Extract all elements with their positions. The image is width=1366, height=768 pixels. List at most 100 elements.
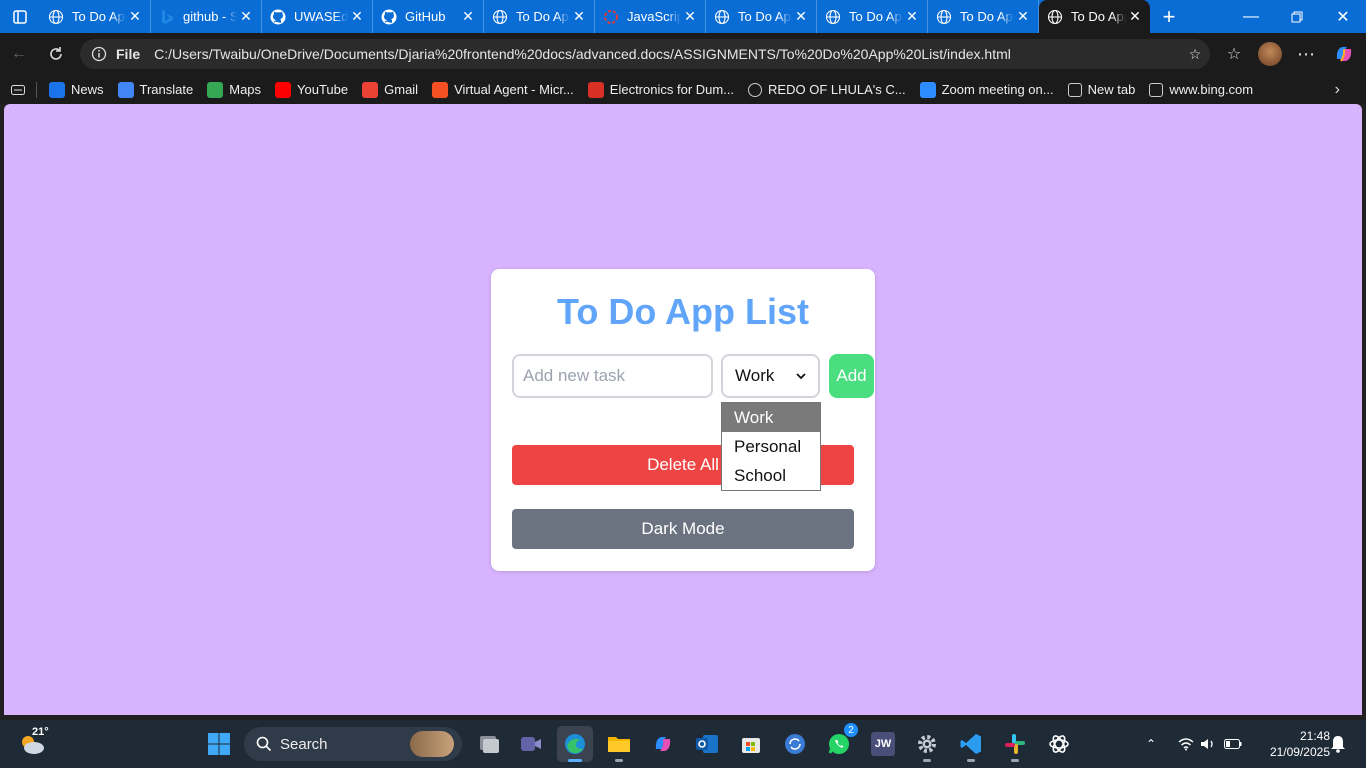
favorite-item[interactable]: News	[49, 81, 104, 98]
battery-icon[interactable]	[1224, 738, 1242, 750]
close-icon: ✕	[1336, 8, 1350, 26]
chatgpt-button[interactable]	[1041, 726, 1077, 762]
favorite-label: News	[71, 82, 104, 97]
vscode-button[interactable]	[953, 726, 989, 762]
sync-icon	[785, 734, 805, 754]
favorite-item[interactable]: Zoom meeting on...	[919, 81, 1054, 98]
favorites-button[interactable]: ☆	[1221, 41, 1247, 67]
browser-tab[interactable]: JavaScript✕	[595, 0, 706, 33]
browser-tab[interactable]: To Do App List✕	[1039, 0, 1150, 33]
browser-tab[interactable]: UWASEdjaria✕	[262, 0, 373, 33]
close-tab-icon[interactable]: ✕	[459, 8, 477, 26]
favorite-label: Virtual Agent - Micr...	[454, 82, 574, 97]
jw-library-button[interactable]: JW	[865, 726, 901, 762]
info-icon[interactable]	[90, 46, 108, 62]
tab-actions-button[interactable]	[0, 0, 40, 33]
close-tab-icon[interactable]: ✕	[792, 8, 810, 26]
favorite-item[interactable]: Electronics for Dum...	[587, 81, 734, 98]
globe-icon	[492, 9, 508, 25]
newtab-icon	[1067, 82, 1082, 97]
more-button[interactable]: ⋯	[1293, 41, 1319, 67]
github-icon	[381, 9, 397, 25]
teams-meet-button[interactable]	[513, 726, 549, 762]
browser-tab[interactable]: To Do App List✕	[706, 0, 817, 33]
notification-button[interactable]	[1330, 735, 1346, 758]
browser-tab[interactable]: GitHub ✕	[373, 0, 484, 33]
taskbar: 21° Search 2 JW ⌃ 21:48 21/09/2025	[0, 720, 1366, 768]
whatsapp-button[interactable]: 2	[821, 722, 859, 762]
close-window-button[interactable]: ✕	[1320, 0, 1366, 33]
gear-icon	[918, 735, 936, 753]
profile-button[interactable]	[1257, 41, 1283, 67]
edge-taskbar-button[interactable]	[557, 726, 593, 762]
outlook-button[interactable]	[689, 726, 725, 762]
wifi-icon[interactable]	[1178, 737, 1194, 751]
tab-icon	[11, 84, 25, 95]
task-input[interactable]	[512, 354, 713, 398]
store-button[interactable]	[733, 726, 769, 762]
volume-icon[interactable]	[1200, 737, 1216, 751]
url-text[interactable]: C:/Users/Twaibu/OneDrive/Documents/Djari…	[154, 46, 1180, 62]
category-option[interactable]: School	[722, 461, 820, 490]
favorite-item[interactable]: REDO OF LHULA's C...	[748, 82, 906, 97]
search-highlight-icon	[410, 731, 454, 757]
copilot-button[interactable]	[1331, 41, 1357, 67]
close-tab-icon[interactable]: ✕	[126, 8, 144, 26]
minimize-button[interactable]: —	[1228, 0, 1274, 33]
category-option[interactable]: Work	[722, 403, 820, 432]
close-tab-icon[interactable]: ✕	[903, 8, 921, 26]
close-tab-icon[interactable]: ✕	[1126, 8, 1144, 26]
browser-tab[interactable]: To Do App List✕	[40, 0, 151, 33]
close-tab-icon[interactable]: ✕	[237, 8, 255, 26]
browser-tab[interactable]: To Do App List✕	[928, 0, 1039, 33]
close-tab-icon[interactable]: ✕	[570, 8, 588, 26]
browser-tab[interactable]: github - Search✕	[151, 0, 262, 33]
clock-time: 21:48	[1299, 729, 1330, 743]
favorite-item[interactable]: New tab	[1067, 82, 1135, 97]
chevron-right-icon[interactable]: ›	[1335, 81, 1340, 99]
close-tab-icon[interactable]: ✕	[681, 8, 699, 26]
close-tab-icon[interactable]: ✕	[348, 8, 366, 26]
page-title: To Do App List	[557, 291, 809, 332]
slack-button[interactable]	[997, 726, 1033, 762]
browser-tab[interactable]: To Do App List✕	[817, 0, 928, 33]
category-option[interactable]: Personal	[722, 432, 820, 461]
browser-tab[interactable]: To Do App List✕	[484, 0, 595, 33]
openai-icon	[1049, 735, 1069, 753]
category-selected-value: Work	[735, 366, 775, 385]
favorite-item[interactable]: YouTube	[275, 81, 349, 98]
copilot-taskbar-button[interactable]	[645, 726, 681, 762]
favorite-star-icon[interactable]: ☆	[1180, 46, 1210, 63]
restore-button[interactable]	[1274, 0, 1320, 33]
file-explorer-button[interactable]	[601, 726, 637, 762]
chevron-up-icon[interactable]: ⌃	[1146, 737, 1156, 751]
back-button[interactable]: ←	[6, 41, 32, 67]
new-tab-button[interactable]: +	[1152, 0, 1186, 33]
divider	[36, 81, 37, 98]
clock[interactable]: 21:48 21/09/2025	[1254, 728, 1330, 760]
favorite-item[interactable]: Gmail	[362, 81, 418, 98]
favorite-label: YouTube	[297, 82, 349, 97]
settings-button[interactable]	[909, 726, 945, 762]
favorite-item[interactable]: Maps	[207, 81, 261, 98]
weather-widget[interactable]: 21°	[18, 726, 49, 758]
refresh-button[interactable]	[43, 41, 69, 67]
close-tab-icon[interactable]: ✕	[1014, 8, 1032, 26]
start-button[interactable]	[201, 726, 237, 762]
tab-actions-icon	[13, 9, 27, 24]
favorite-item[interactable]: Translate	[117, 81, 193, 98]
task-view-button[interactable]	[470, 726, 506, 762]
tab-title: To Do App List	[738, 9, 792, 24]
dark-mode-button[interactable]: Dark Mode	[512, 509, 854, 549]
sidebar-toggle-button[interactable]	[0, 84, 36, 95]
favorite-item[interactable]: Virtual Agent - Micr...	[432, 81, 574, 98]
category-select[interactable]: Work	[721, 354, 820, 398]
outlook-icon	[696, 735, 718, 753]
sync-app-button[interactable]	[777, 726, 813, 762]
weather-temp: 21°	[32, 726, 49, 738]
taskbar-search[interactable]: Search	[244, 727, 462, 761]
address-bar[interactable]: File C:/Users/Twaibu/OneDrive/Documents/…	[80, 39, 1210, 69]
favorite-item[interactable]: www.bing.com	[1149, 82, 1253, 97]
add-button[interactable]: Add	[829, 354, 874, 398]
minimize-icon: —	[1243, 7, 1259, 25]
